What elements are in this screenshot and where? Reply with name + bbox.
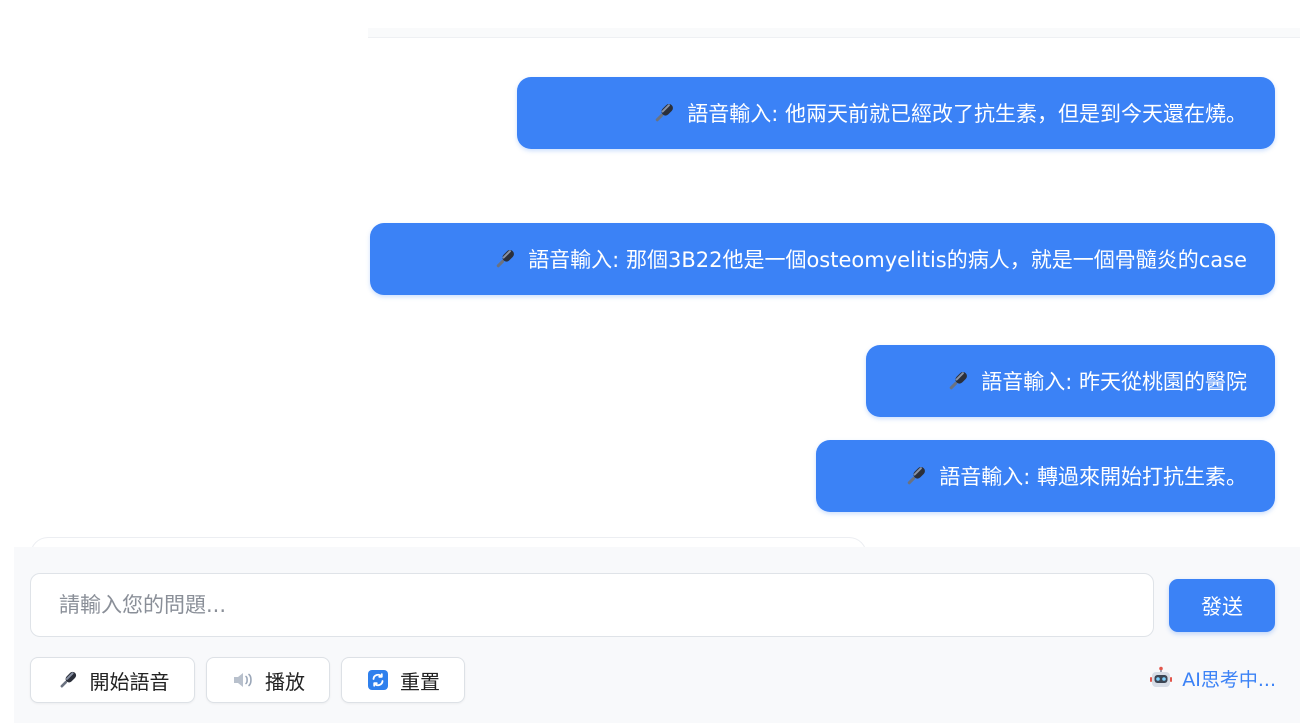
input-panel: 發送 開始語音 播放 重置 AI思考中...: [14, 547, 1300, 723]
status-indicator: AI思考中...: [1148, 665, 1276, 692]
user-message: 語音輸入: 昨天從桃園的醫院: [866, 345, 1275, 417]
microphone-icon: [651, 100, 677, 126]
message-input[interactable]: [30, 573, 1154, 637]
microphone-icon: [945, 368, 971, 394]
message-prefix: 語音輸入:: [939, 465, 1031, 489]
message-text: 那個3B22他是一個osteomyelitis的病人，就是一個骨髓炎的case: [625, 248, 1247, 272]
message-prefix: 語音輸入:: [687, 102, 779, 126]
message-text: 昨天從桃園的醫院: [1079, 370, 1247, 394]
message-text: 轉過來開始打抗生素。: [1037, 465, 1247, 489]
status-text: AI思考中...: [1182, 669, 1276, 691]
message-prefix: 語音輸入:: [528, 248, 620, 272]
reset-button[interactable]: 重置: [341, 657, 465, 703]
user-message: 語音輸入: 轉過來開始打抗生素。: [816, 440, 1275, 512]
chat-app: 語音輸入: 他兩天前就已經改了抗生素，但是到今天還在燒。 語音輸入: 那個3B2…: [0, 0, 1311, 723]
microphone-icon: [56, 668, 80, 692]
send-button[interactable]: 發送: [1169, 579, 1275, 632]
microphone-icon: [903, 463, 929, 489]
message-prefix: 語音輸入:: [981, 370, 1073, 394]
play-button[interactable]: 播放: [206, 657, 330, 703]
start-voice-button[interactable]: 開始語音: [30, 657, 195, 703]
refresh-icon: [366, 668, 390, 692]
start-voice-label: 開始語音: [89, 669, 170, 694]
message-text: 他兩天前就已經改了抗生素，但是到今天還在燒。: [785, 102, 1247, 126]
message-list[interactable]: 語音輸入: 他兩天前就已經改了抗生素，但是到今天還在燒。 語音輸入: 那個3B2…: [0, 37, 1311, 547]
user-message: 語音輸入: 他兩天前就已經改了抗生素，但是到今天還在燒。: [517, 77, 1275, 149]
play-label: 播放: [265, 669, 305, 694]
microphone-icon: [492, 246, 518, 272]
user-message: 語音輸入: 那個3B22他是一個osteomyelitis的病人，就是一個骨髓炎…: [370, 223, 1275, 295]
speaker-icon: [231, 668, 255, 692]
reset-label: 重置: [400, 669, 440, 694]
robot-icon: [1148, 666, 1174, 692]
